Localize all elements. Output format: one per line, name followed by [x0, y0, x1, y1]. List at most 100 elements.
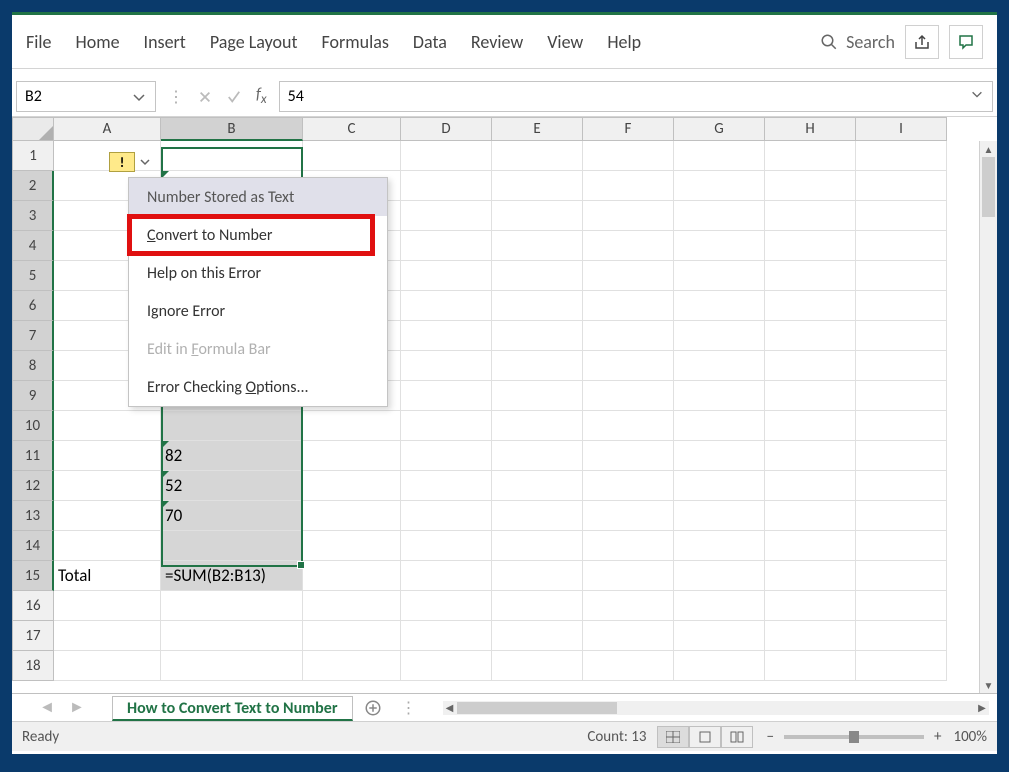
cell-I10[interactable]: [856, 411, 947, 441]
comments-button[interactable]: [949, 25, 983, 59]
cell-I3[interactable]: [856, 201, 947, 231]
cell-C12[interactable]: [303, 471, 401, 501]
cell-G1[interactable]: [674, 141, 765, 171]
cell-F17[interactable]: [583, 621, 674, 651]
cell-C17[interactable]: [303, 621, 401, 651]
cell-H17[interactable]: [765, 621, 856, 651]
prev-sheet-icon[interactable]: ◄: [39, 698, 55, 717]
row-header[interactable]: 8: [12, 351, 54, 381]
cell-D16[interactable]: [401, 591, 492, 621]
row-header[interactable]: 16: [12, 591, 54, 621]
cell-B15[interactable]: =SUM(B2:B13): [161, 561, 303, 591]
cell-F10[interactable]: [583, 411, 674, 441]
row-header[interactable]: 11: [12, 441, 54, 471]
cell-F18[interactable]: [583, 651, 674, 681]
sheet-tab-active[interactable]: How to Convert Text to Number: [112, 696, 353, 721]
cell-A18[interactable]: [54, 651, 161, 681]
col-header-h[interactable]: H: [765, 117, 856, 141]
enter-icon[interactable]: [226, 90, 242, 104]
row-header[interactable]: 4: [12, 231, 54, 261]
cell-F1[interactable]: [583, 141, 674, 171]
cell-G16[interactable]: [674, 591, 765, 621]
cell-B1[interactable]: [161, 141, 303, 171]
cell-G9[interactable]: [674, 381, 765, 411]
cell-H11[interactable]: [765, 441, 856, 471]
cell-E15[interactable]: [492, 561, 583, 591]
cell-H14[interactable]: [765, 531, 856, 561]
cell-B18[interactable]: [161, 651, 303, 681]
cell-G10[interactable]: [674, 411, 765, 441]
row-header[interactable]: 15: [12, 561, 54, 591]
cell-F5[interactable]: [583, 261, 674, 291]
cell-D8[interactable]: [401, 351, 492, 381]
cell-D2[interactable]: [401, 171, 492, 201]
col-header-g[interactable]: G: [674, 117, 765, 141]
expand-formula-icon[interactable]: [970, 87, 984, 101]
cell-I13[interactable]: [856, 501, 947, 531]
ribbon-tab-insert[interactable]: Insert: [144, 31, 186, 53]
cell-I5[interactable]: [856, 261, 947, 291]
cell-D9[interactable]: [401, 381, 492, 411]
cell-H3[interactable]: [765, 201, 856, 231]
cell-H12[interactable]: [765, 471, 856, 501]
cell-I6[interactable]: [856, 291, 947, 321]
cell-D6[interactable]: [401, 291, 492, 321]
cell-G2[interactable]: [674, 171, 765, 201]
cell-I16[interactable]: [856, 591, 947, 621]
cell-B11[interactable]: 82: [161, 441, 303, 471]
cell-H5[interactable]: [765, 261, 856, 291]
col-header-c[interactable]: C: [303, 117, 401, 141]
row-header[interactable]: 12: [12, 471, 54, 501]
cell-H6[interactable]: [765, 291, 856, 321]
cell-A17[interactable]: [54, 621, 161, 651]
row-header[interactable]: 2: [12, 171, 54, 201]
cell-H7[interactable]: [765, 321, 856, 351]
ribbon-tab-file[interactable]: File: [26, 31, 52, 53]
cell-E17[interactable]: [492, 621, 583, 651]
ribbon-tab-formulas[interactable]: Formulas: [322, 31, 389, 53]
cell-G3[interactable]: [674, 201, 765, 231]
cell-C13[interactable]: [303, 501, 401, 531]
cell-D12[interactable]: [401, 471, 492, 501]
cell-H16[interactable]: [765, 591, 856, 621]
cell-A15[interactable]: Total: [54, 561, 161, 591]
cell-I12[interactable]: [856, 471, 947, 501]
menu-ignore-error[interactable]: Ignore Error: [129, 292, 387, 330]
cell-H4[interactable]: [765, 231, 856, 261]
ribbon-tab-page-layout[interactable]: Page Layout: [210, 31, 298, 53]
sheet-nav[interactable]: ◄ ►: [12, 694, 112, 721]
row-header[interactable]: 3: [12, 201, 54, 231]
cell-E1[interactable]: [492, 141, 583, 171]
cell-H9[interactable]: [765, 381, 856, 411]
col-header-b[interactable]: B: [161, 117, 303, 141]
cell-E12[interactable]: [492, 471, 583, 501]
scroll-left-arrow[interactable]: ◀: [443, 701, 457, 715]
row-header[interactable]: 17: [12, 621, 54, 651]
zoom-in-button[interactable]: +: [930, 728, 945, 746]
row-header[interactable]: 10: [12, 411, 54, 441]
name-box[interactable]: B2: [16, 81, 156, 112]
cell-D3[interactable]: [401, 201, 492, 231]
cell-B13[interactable]: 70: [161, 501, 303, 531]
menu-help-on-error[interactable]: Help on this Error: [129, 254, 387, 292]
cell-A13[interactable]: [54, 501, 161, 531]
cell-I4[interactable]: [856, 231, 947, 261]
cell-F16[interactable]: [583, 591, 674, 621]
cell-C14[interactable]: [303, 531, 401, 561]
cell-E6[interactable]: [492, 291, 583, 321]
hscroll-thumb[interactable]: [457, 702, 617, 714]
cell-G12[interactable]: [674, 471, 765, 501]
col-header-a[interactable]: A: [54, 117, 161, 141]
cell-I11[interactable]: [856, 441, 947, 471]
cell-H15[interactable]: [765, 561, 856, 591]
cell-F11[interactable]: [583, 441, 674, 471]
cancel-icon[interactable]: [198, 90, 212, 104]
view-page-layout-button[interactable]: [689, 726, 721, 748]
cell-E5[interactable]: [492, 261, 583, 291]
cell-C18[interactable]: [303, 651, 401, 681]
cell-E18[interactable]: [492, 651, 583, 681]
cell-I14[interactable]: [856, 531, 947, 561]
cell-I1[interactable]: [856, 141, 947, 171]
row-header[interactable]: 7: [12, 321, 54, 351]
cell-E13[interactable]: [492, 501, 583, 531]
